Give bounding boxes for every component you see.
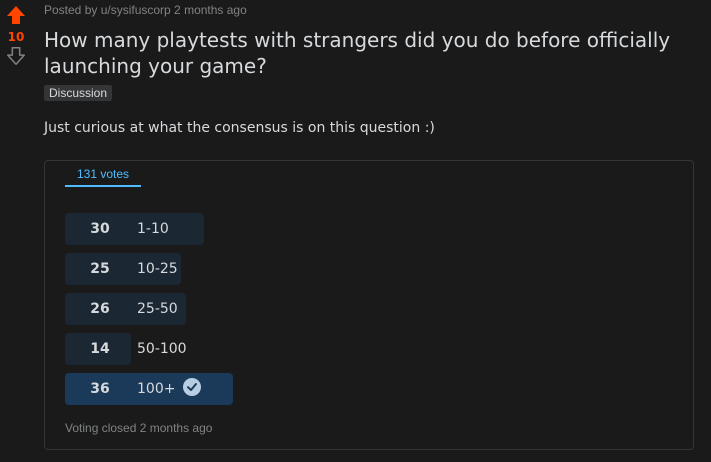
check-circle-icon [183,378,202,396]
downvote-arrow-icon[interactable] [5,45,27,67]
poll-option-count: 25 [90,261,110,277]
poll-option-count: 26 [90,301,110,317]
post-body: Just curious at what the consensus is on… [44,120,435,136]
poll-footer: Voting closed 2 months ago [65,421,213,435]
flair-badge[interactable]: Discussion [44,85,113,101]
poll-option-text: 1-10 [137,221,169,237]
poll-option: 26 25-50 [65,293,365,325]
poll-option-text: 10-25 [137,261,178,277]
poll-option-count: 30 [90,221,110,237]
poll-option-label: 10-25 [137,253,178,285]
poll-option-count: 14 [90,341,110,357]
poll-option: 25 10-25 [65,253,365,285]
vote-column: 10 [0,0,32,67]
poll-option-text: 100+ [137,381,176,397]
poll-option-label: 100+ [137,373,202,405]
poll-option: 30 1-10 [65,213,365,245]
upvote-arrow-icon[interactable] [4,3,28,27]
poll-votes-tab[interactable]: 131 votes [65,167,142,187]
poll-option-count: 36 [90,381,110,397]
post-title[interactable]: How many playtests with strangers did yo… [44,27,709,79]
poll-option-label: 50-100 [137,333,187,365]
poll-option-text: 50-100 [137,341,187,357]
post-score: 10 [7,30,25,44]
poll-option-label: 25-50 [137,293,178,325]
post-meta: Posted by u/sysifuscorp 2 months ago [44,3,247,17]
poll-option: 14 50-100 [65,333,365,365]
poll-option: 36 100+ [65,373,365,405]
poll-option-text: 25-50 [137,301,178,317]
poll-option-label: 1-10 [137,213,169,245]
poll-container: 131 votes 30 1-10 25 10-25 26 25-50 14 50-100 36… [44,160,694,450]
